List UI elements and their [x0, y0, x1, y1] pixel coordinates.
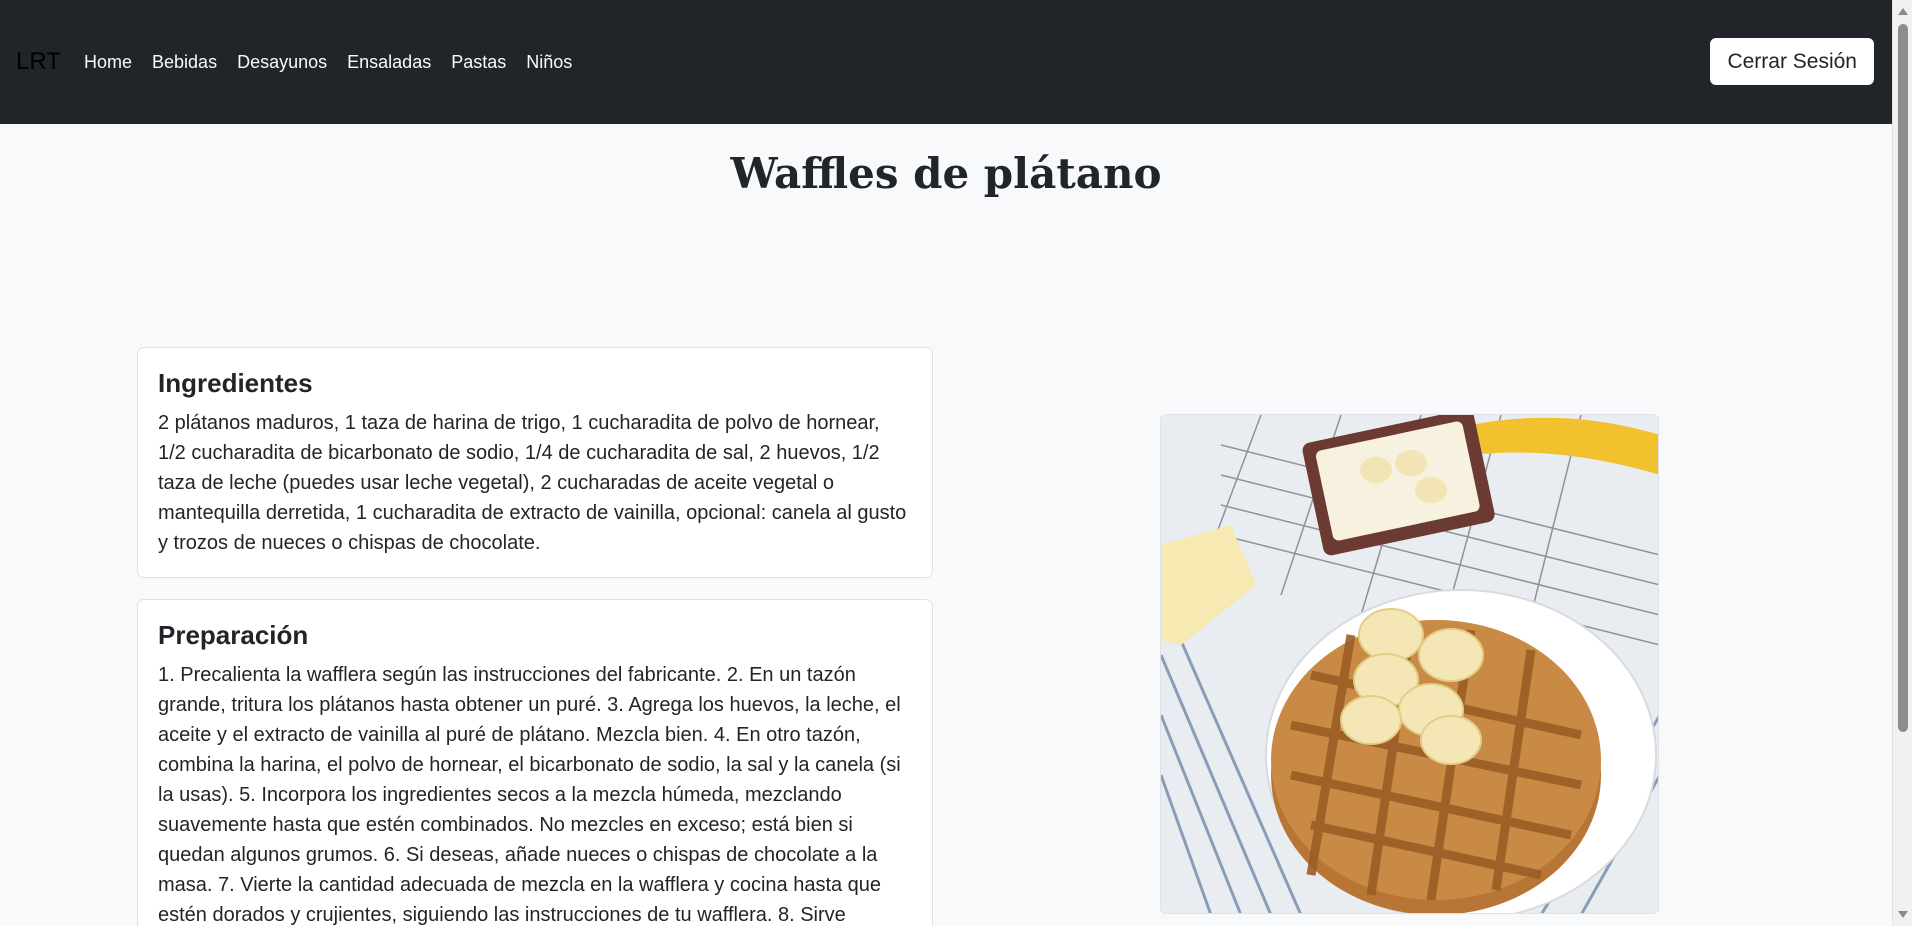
- preparation-text: 1. Precalienta la wafflera según las ins…: [158, 664, 901, 926]
- top-navbar: LRT Home Bebidas Desayunos Ensaladas Pas…: [0, 0, 1892, 124]
- nav-link-desayunos[interactable]: Desayunos: [237, 50, 327, 74]
- nav-link-bebidas[interactable]: Bebidas: [152, 50, 217, 74]
- ingredients-card: Ingredientes 2 plátanos maduros, 1 taza …: [137, 347, 933, 578]
- logout-button[interactable]: Cerrar Sesión: [1710, 38, 1874, 85]
- scroll-down-arrow-icon[interactable]: [1898, 911, 1908, 918]
- page-title: Waffles de plátano: [730, 149, 1162, 198]
- recipe-page: LRT Home Bebidas Desayunos Ensaladas Pas…: [0, 0, 1912, 926]
- preparation-heading: Preparación: [158, 620, 309, 650]
- preparation-card: Preparación 1. Precalienta la wafflera s…: [137, 599, 933, 926]
- brand-logo[interactable]: LRT: [16, 48, 61, 76]
- vertical-scrollbar[interactable]: [1892, 0, 1912, 926]
- nav-link-ninos[interactable]: Niños: [526, 50, 572, 74]
- scroll-thumb[interactable]: [1898, 24, 1908, 732]
- nav-link-pastas[interactable]: Pastas: [451, 50, 506, 74]
- ingredients-heading: Ingredientes: [158, 368, 313, 398]
- recipe-photo: [1160, 414, 1659, 914]
- nav-links: Home Bebidas Desayunos Ensaladas Pastas …: [84, 50, 592, 74]
- nav-link-ensaladas[interactable]: Ensaladas: [347, 50, 431, 74]
- ingredients-text: 2 plátanos maduros, 1 taza de harina de …: [158, 412, 907, 554]
- banana-waffles-image: [1161, 415, 1658, 913]
- scroll-up-arrow-icon[interactable]: [1898, 8, 1908, 15]
- nav-link-home[interactable]: Home: [84, 50, 132, 74]
